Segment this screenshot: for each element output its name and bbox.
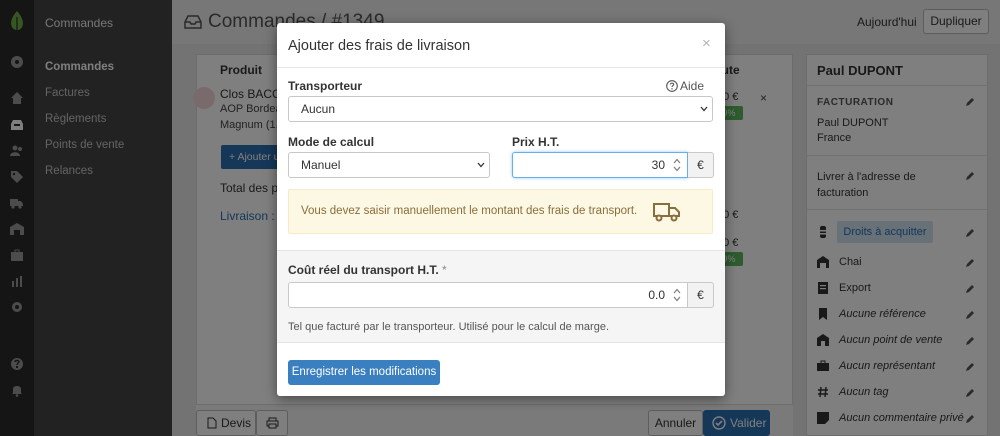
calc-mode-label: Mode de calcul (288, 135, 375, 149)
price-ht-label: Prix H.T. (512, 135, 560, 149)
spinner-arrows-icon[interactable] (673, 288, 681, 302)
modal-title: Ajouter des frais de livraison (288, 38, 471, 54)
real-cost-value: 0.0 (648, 288, 665, 302)
real-cost-currency-addon: € (688, 282, 714, 308)
spinner-arrows-icon[interactable] (673, 158, 681, 172)
help-circle-icon[interactable] (666, 80, 678, 92)
calc-mode-select[interactable]: Manuel (288, 152, 490, 178)
price-ht-input[interactable]: 30 (512, 152, 688, 178)
chevron-down-icon (700, 106, 708, 112)
carrier-select-value: Aucun (301, 102, 336, 116)
price-ht-value: 30 (651, 158, 665, 172)
chevron-down-icon (477, 162, 485, 168)
help-link[interactable]: Aide (680, 79, 704, 93)
truck-icon (653, 203, 680, 222)
save-button[interactable]: Enregistrer les modifications (288, 360, 440, 385)
carrier-label: Transporteur (288, 79, 363, 93)
close-icon[interactable]: × (702, 35, 711, 52)
divider (277, 342, 725, 343)
real-cost-input[interactable]: 0.0 (288, 282, 688, 308)
required-asterisk: * (442, 263, 447, 277)
modal-header-divider (277, 67, 725, 68)
manual-entry-warning: Vous devez saisir manuellement le montan… (288, 189, 713, 234)
carrier-select[interactable]: Aucun (288, 96, 713, 122)
price-currency-addon: € (688, 152, 714, 178)
real-cost-label: Coût réel du transport H.T. * (288, 263, 447, 277)
real-cost-hint: Tel que facturé par le transporteur. Uti… (288, 321, 609, 333)
shipping-fees-modal: Ajouter des frais de livraison × Transpo… (277, 23, 725, 396)
divider (277, 250, 725, 251)
warning-text: Vous devez saisir manuellement le montan… (301, 205, 638, 217)
calc-mode-select-value: Manuel (301, 158, 341, 172)
real-cost-label-text: Coût réel du transport H.T. (288, 263, 439, 277)
